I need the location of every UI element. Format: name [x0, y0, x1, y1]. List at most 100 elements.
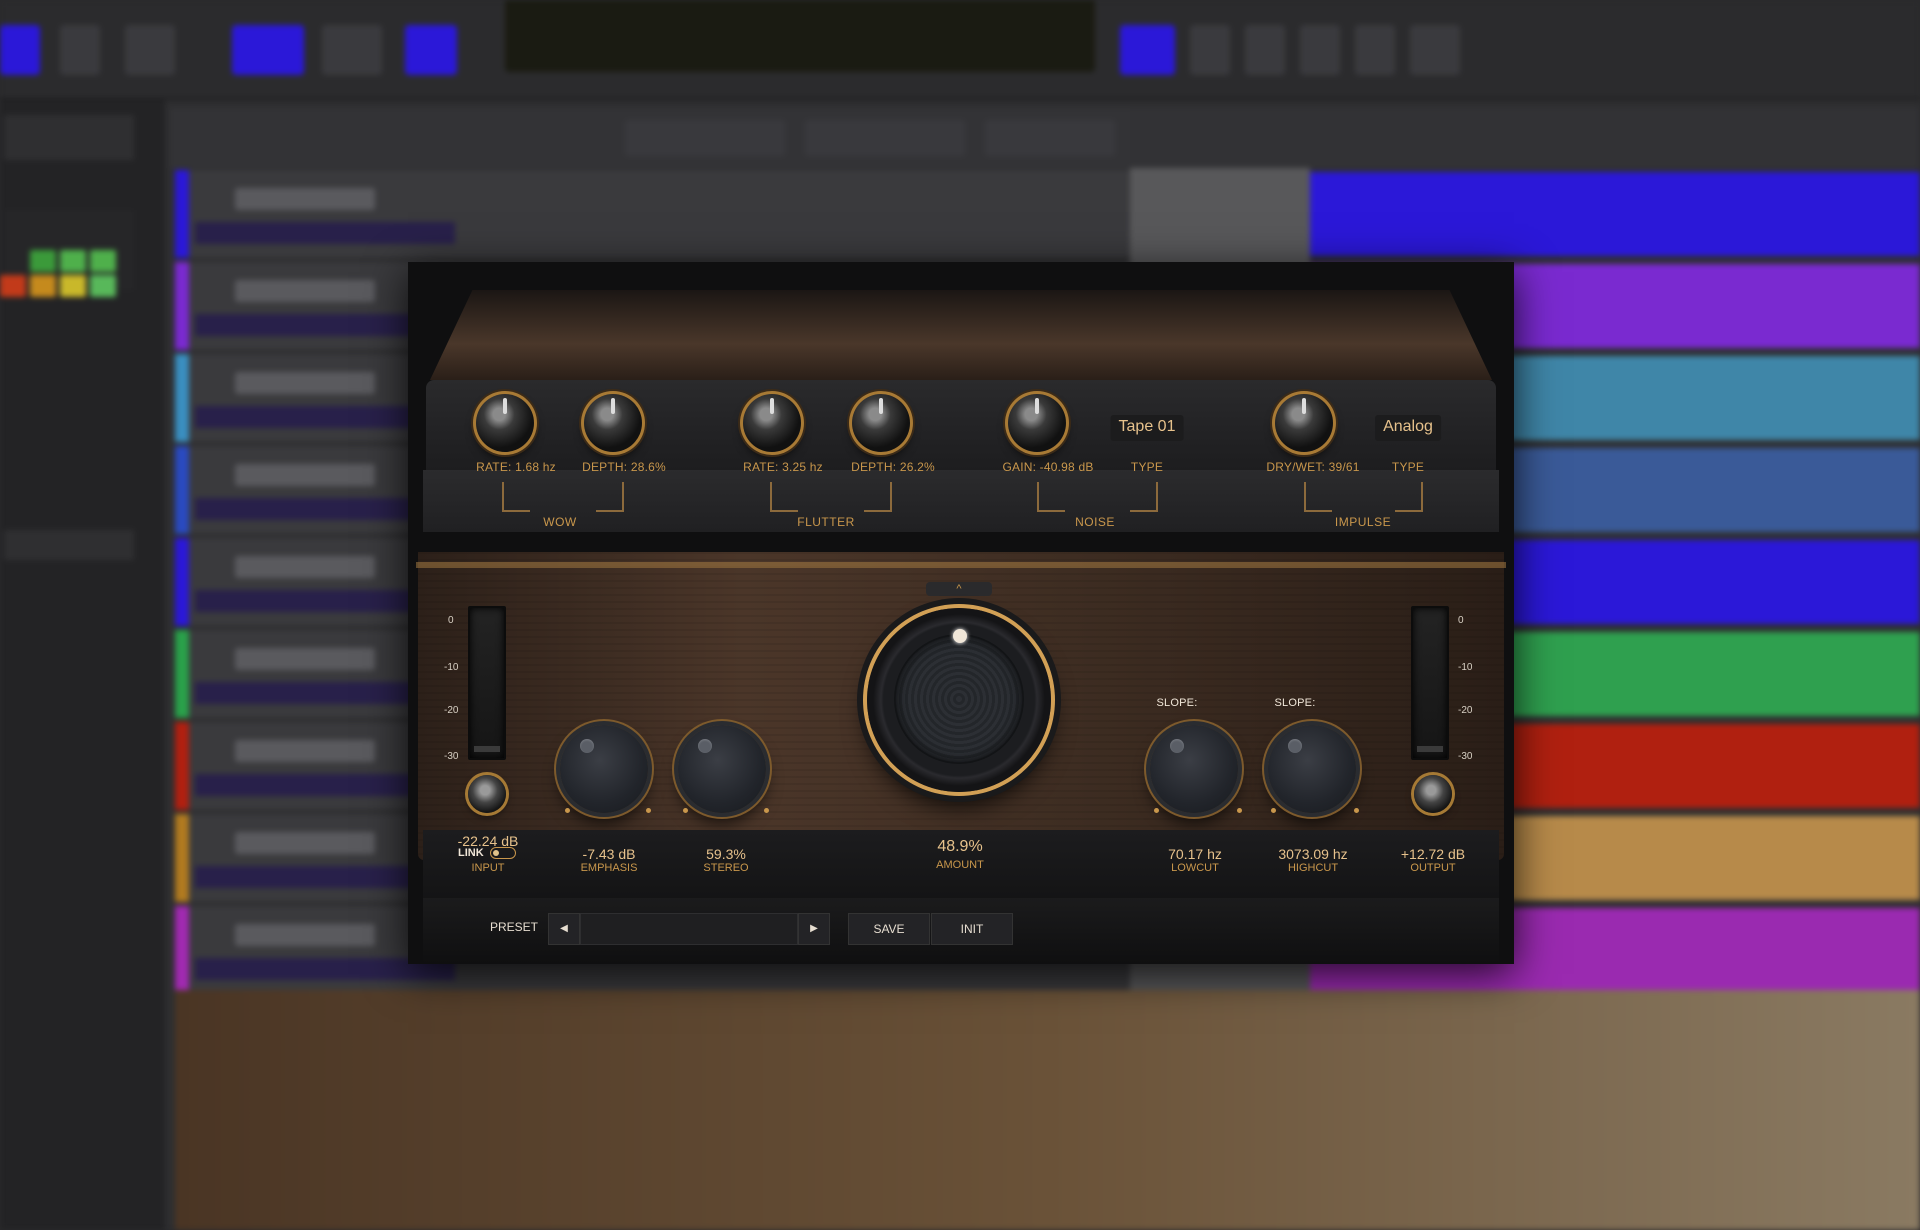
transport-display: [505, 0, 1095, 72]
toolbar-button[interactable]: [232, 25, 304, 75]
stereo-min-dot: [683, 808, 688, 813]
toolbar-button[interactable]: [60, 25, 100, 75]
arranger-clip[interactable]: [1310, 172, 1920, 256]
toolbar-button[interactable]: [1120, 25, 1175, 75]
impulse-drywet-label: DRY/WET: 39/61: [1266, 460, 1360, 474]
output-value: +12.72 dB: [1400, 846, 1466, 862]
wow-group-label: WOW: [543, 515, 577, 529]
flutter-bracket-right: [864, 482, 892, 512]
input-scale-10: -10: [444, 662, 459, 673]
tape-plugin-window: RATE: 1.68 hz DEPTH: 28.6% WOW RATE: 3.2…: [408, 262, 1514, 964]
flutter-bracket-left: [770, 482, 798, 512]
wow-bracket-left: [502, 482, 530, 512]
collapse-toggle-button[interactable]: ^: [926, 582, 992, 596]
flutter-rate-knob[interactable]: [743, 394, 801, 452]
toolbar-button[interactable]: [1190, 25, 1230, 75]
plugin-lid: [430, 290, 1492, 380]
output-meter: [1411, 606, 1449, 760]
output-knob[interactable]: [1414, 775, 1452, 813]
highcut-min-dot: [1271, 808, 1276, 813]
noise-gain-knob[interactable]: [1008, 394, 1066, 452]
lowcut-label: LOWCUT: [1171, 862, 1219, 874]
amount-label: AMOUNT: [936, 859, 984, 871]
scene-tab[interactable]: [805, 120, 965, 156]
impulse-type-label: TYPE: [1391, 460, 1425, 474]
toolbar-button[interactable]: [0, 25, 40, 75]
lowcut-value: 70.17 hz: [1168, 846, 1222, 862]
wow-rate-label: RATE: 1.68 hz: [476, 460, 556, 474]
impulse-bracket-left: [1304, 482, 1332, 512]
input-label: INPUT: [471, 862, 505, 874]
noise-group-label: NOISE: [1075, 515, 1115, 529]
preset-label: PRESET: [490, 920, 539, 934]
screen: RATE: 1.68 hz DEPTH: 28.6% WOW RATE: 3.2…: [0, 0, 1920, 1230]
panel-block: [4, 530, 134, 560]
background-lower-area: [175, 990, 1920, 1230]
track-row[interactable]: [175, 170, 1175, 260]
link-control[interactable]: LINK: [458, 847, 516, 859]
wood-rail: [416, 562, 1506, 568]
toolbar-button[interactable]: [405, 25, 457, 75]
toolbar-button[interactable]: [1410, 25, 1460, 75]
toolbar-button[interactable]: [125, 25, 175, 75]
preset-name-field[interactable]: [580, 913, 798, 945]
highcut-slope-label: SLOPE:: [1274, 697, 1316, 709]
browser-panel: [0, 100, 165, 1230]
impulse-drywet-knob[interactable]: [1275, 394, 1333, 452]
toolbar-button[interactable]: [1300, 25, 1340, 75]
input-knob[interactable]: [468, 775, 506, 813]
flutter-depth-label: DEPTH: 26.2%: [851, 460, 935, 474]
flutter-depth-knob[interactable]: [852, 394, 910, 452]
panel-block: [4, 115, 134, 160]
stereo-knob[interactable]: [678, 725, 766, 813]
wow-rate-knob[interactable]: [476, 394, 534, 452]
stereo-value: 59.3%: [706, 846, 746, 862]
highcut-label: HIGHCUT: [1287, 862, 1339, 874]
amount-value: 48.9%: [937, 838, 983, 855]
lowcut-min-dot: [1154, 808, 1159, 813]
input-meter: [468, 606, 506, 760]
highcut-knob[interactable]: [1268, 725, 1356, 813]
lowcut-knob[interactable]: [1150, 725, 1238, 813]
wow-depth-knob[interactable]: [584, 394, 642, 452]
emphasis-label: EMPHASIS: [580, 862, 638, 874]
init-button[interactable]: INIT: [931, 913, 1013, 945]
scene-tab[interactable]: [625, 120, 785, 156]
highcut-value: 3073.09 hz: [1278, 846, 1348, 862]
flutter-group-label: FLUTTER: [797, 515, 855, 529]
emphasis-value: -7.43 dB: [582, 846, 636, 862]
noise-type-label: TYPE: [1130, 460, 1164, 474]
output-label: OUTPUT: [1410, 862, 1456, 874]
scene-tab[interactable]: [985, 120, 1115, 156]
impulse-type-selector[interactable]: Analog: [1375, 415, 1441, 441]
toolbar-button[interactable]: [1355, 25, 1395, 75]
emphasis-min-dot: [565, 808, 570, 813]
emphasis-knob[interactable]: [560, 725, 648, 813]
toolbar-button[interactable]: [322, 25, 382, 75]
noise-type-selector[interactable]: Tape 01: [1110, 415, 1184, 441]
preset-next-button[interactable]: ▶: [798, 913, 830, 945]
lowcut-max-dot: [1237, 808, 1242, 813]
wow-bracket-right: [596, 482, 624, 512]
link-toggle[interactable]: [489, 847, 516, 859]
input-scale-30: -30: [444, 751, 459, 762]
noise-bracket-left: [1037, 482, 1065, 512]
link-label: LINK: [458, 847, 484, 859]
output-scale-20: -20: [1458, 705, 1473, 716]
flutter-rate-label: RATE: 3.25 hz: [743, 460, 823, 474]
stereo-label: STEREO: [703, 862, 749, 874]
toolbar-button[interactable]: [1245, 25, 1285, 75]
amount-indicator: [953, 629, 967, 643]
meter-cell: [60, 250, 86, 272]
impulse-bracket-right: [1395, 482, 1423, 512]
preset-prev-button[interactable]: ◀: [548, 913, 580, 945]
noise-gain-label: GAIN: -40.98 dB: [1002, 460, 1094, 474]
meter-cell: [30, 275, 56, 297]
input-scale-20: -20: [444, 705, 459, 716]
timeline-ruler[interactable]: [1130, 108, 1920, 168]
impulse-group-label: IMPULSE: [1334, 515, 1392, 529]
emphasis-max-dot: [646, 808, 651, 813]
amount-knob[interactable]: [894, 634, 1024, 764]
save-button[interactable]: SAVE: [848, 913, 930, 945]
output-scale-0: 0: [1458, 615, 1464, 626]
